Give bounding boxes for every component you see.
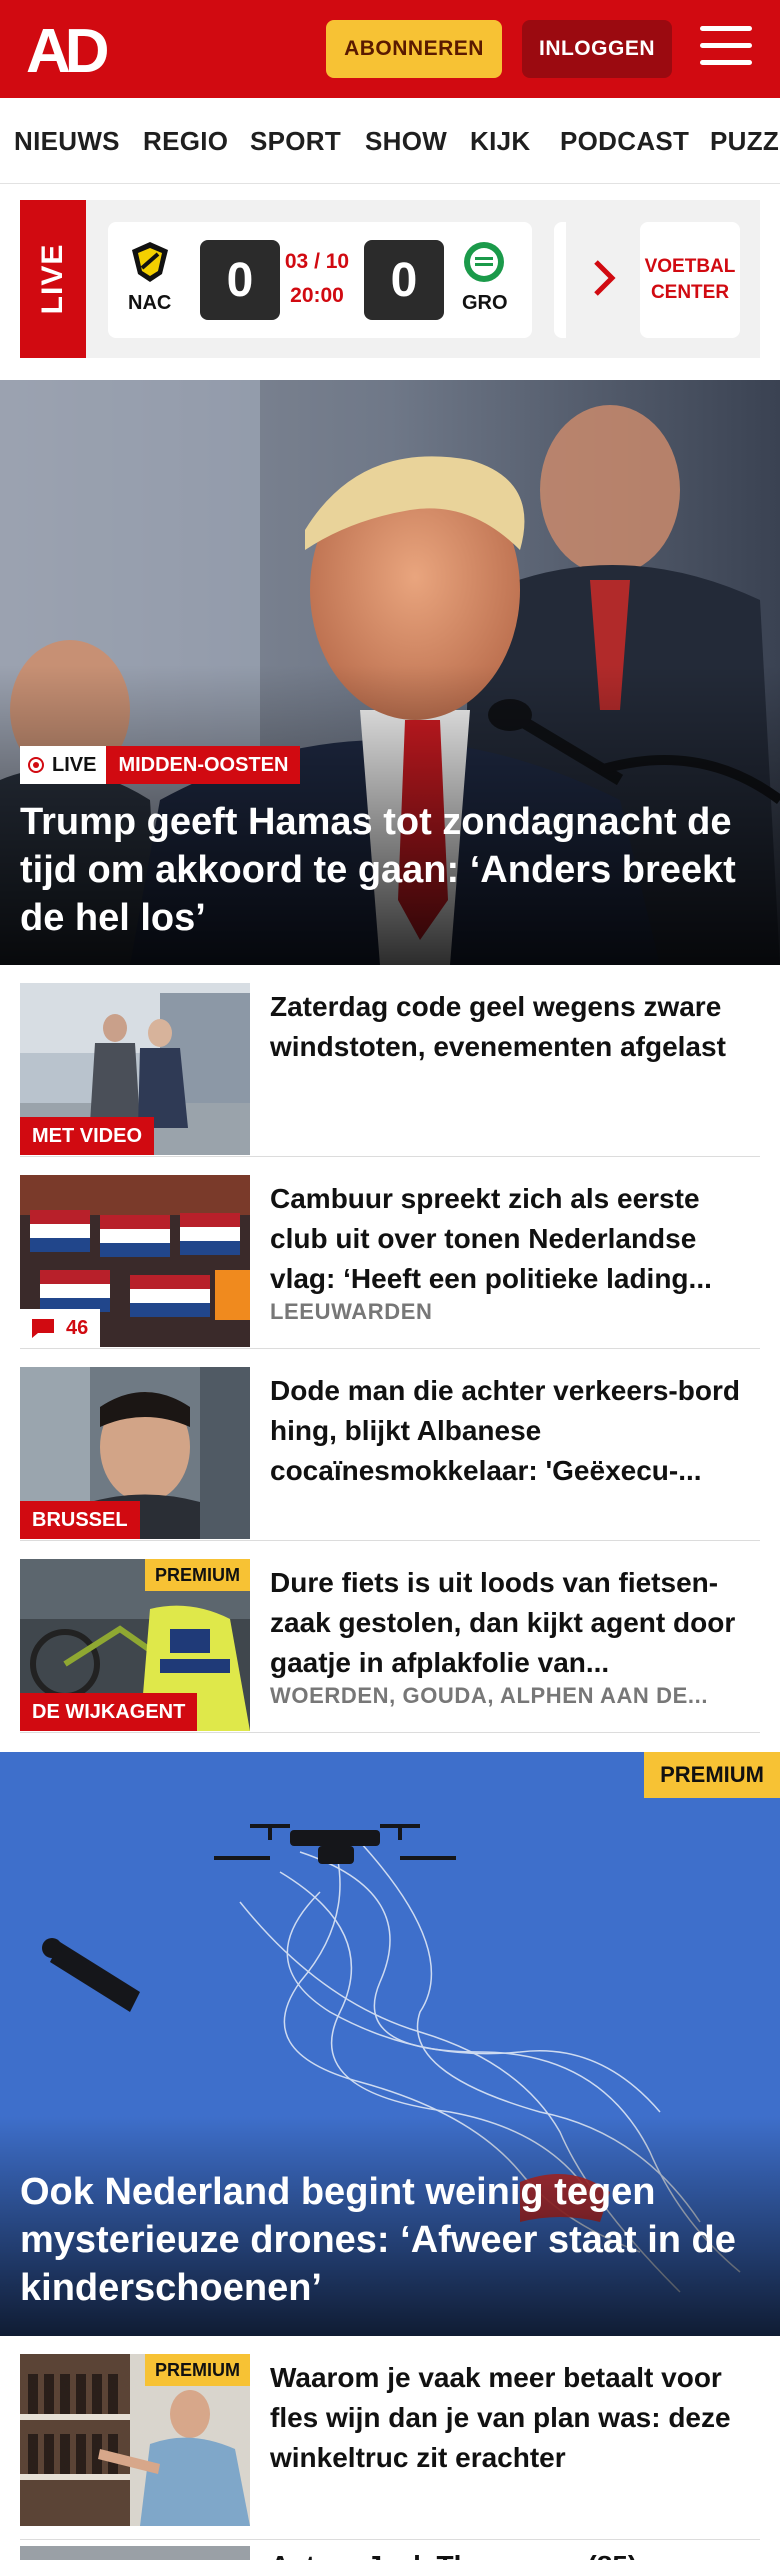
nac-crest-icon [128, 240, 172, 284]
premium-badge: PREMIUM [644, 1752, 780, 1798]
live-score-bar: LIVE NAC 0 03 / 10 20:00 0 GRO VOETBAL C… [20, 200, 760, 358]
article-thumbnail: BRUSSEL [20, 1367, 250, 1539]
hamburger-menu-icon[interactable] [700, 26, 752, 70]
comment-icon [32, 1319, 54, 1338]
match-date: 03 / 10 [284, 250, 350, 273]
article-item[interactable]: 46 Cambuur spreekt zich als eerste club … [20, 1157, 760, 1349]
article-item[interactable]: MET VIDEO Zaterdag code geel wegens zwar… [20, 965, 760, 1157]
location-label: BRUSSEL [20, 1501, 140, 1539]
away-score: 0 [364, 240, 444, 320]
series-label: DE WIJKAGENT [20, 1693, 198, 1731]
ad-logo[interactable]: AD [26, 17, 118, 86]
hero-badges: LIVE MIDDEN-OOSTEN [20, 746, 301, 784]
section-nav: NIEUWS REGIO SPORT SHOW KIJK PODCAST PUZ… [0, 98, 780, 184]
article-thumbnail-peek[interactable] [20, 2546, 250, 2560]
match-card[interactable]: NAC 0 03 / 10 20:00 0 GRO [108, 222, 532, 338]
article-title[interactable]: Dure fiets is uit loods van fietsen-zaak… [270, 1563, 760, 1683]
chevron-right-icon[interactable] [592, 258, 618, 298]
article-title-peek[interactable]: Acteur Jack Thompson (85) [270, 2546, 760, 2560]
next-match-card-peek[interactable] [554, 222, 566, 338]
hero-article[interactable]: LIVE MIDDEN-OOSTEN Trump geeft Hamas tot… [0, 380, 780, 965]
live-dot-icon [28, 757, 44, 773]
featured-article[interactable]: PREMIUM Ook Nederland begint weinig tege… [0, 1752, 780, 2336]
article-location: WOERDEN, GOUDA, ALPHEN AAN DE... [270, 1683, 709, 1708]
login-button[interactable]: INLOGGEN [522, 20, 672, 78]
article-thumbnail: MET VIDEO [20, 983, 250, 1155]
football-center-button[interactable]: VOETBAL CENTER [640, 222, 740, 338]
article-title[interactable]: Cambuur spreekt zich als eerste club uit… [270, 1179, 760, 1299]
nav-item-sport[interactable]: SPORT [250, 126, 341, 157]
video-label: MET VIDEO [20, 1117, 155, 1155]
article-thumbnail: PREMIUM DE WIJKAGENT [20, 1559, 250, 1731]
nav-item-show[interactable]: SHOW [365, 126, 447, 157]
article-title[interactable]: Waarom je vaak meer betaalt voor fles wi… [270, 2358, 760, 2478]
hero-title[interactable]: Trump geeft Hamas tot zondagnacht de tij… [20, 798, 760, 942]
live-label: LIVE [36, 243, 69, 315]
top-header: AD ABONNEREN INLOGGEN [0, 0, 780, 98]
away-team-abbr: GRO [462, 292, 508, 314]
article-thumbnail: 46 [20, 1175, 250, 1347]
nav-item-kijk[interactable]: KIJK [470, 126, 530, 157]
premium-badge: PREMIUM [145, 1559, 250, 1591]
article-location: LEEUWARDEN [270, 1299, 433, 1324]
groningen-crest-icon [462, 240, 506, 284]
article-thumbnail: PREMIUM [20, 2354, 250, 2526]
article-title[interactable]: Dode man die achter verkeers-bord hing, … [270, 1371, 760, 1491]
home-team-abbr: NAC [128, 292, 172, 314]
featured-title[interactable]: Ook Nederland begint weinig tegen myster… [20, 2168, 760, 2312]
premium-badge: PREMIUM [145, 2354, 250, 2386]
article-title[interactable]: Zaterdag code geel wegens zware windstot… [270, 987, 760, 1067]
nav-item-regio[interactable]: REGIO [143, 126, 228, 157]
home-score: 0 [200, 240, 280, 320]
live-badge: LIVE [20, 746, 107, 784]
logo-text: AD [26, 22, 108, 76]
category-badge: MIDDEN-OOSTEN [106, 746, 301, 784]
nav-item-puzzel[interactable]: PUZZ [710, 126, 779, 157]
subscribe-button[interactable]: ABONNEREN [326, 20, 502, 78]
comment-count-badge[interactable]: 46 [20, 1309, 101, 1347]
live-tab[interactable]: LIVE [20, 200, 86, 358]
match-time: 20:00 [290, 284, 344, 307]
article-item[interactable]: BRUSSEL Dode man die achter verkeers-bor… [20, 1349, 760, 1541]
article-item[interactable]: PREMIUM Waarom je vaak meer betaalt voor… [20, 2336, 760, 2540]
nav-item-nieuws[interactable]: NIEUWS [14, 126, 120, 157]
comment-count: 46 [66, 1316, 89, 1339]
nav-item-podcast[interactable]: PODCAST [560, 126, 689, 157]
article-item[interactable]: PREMIUM DE WIJKAGENT Dure fiets is uit l… [20, 1541, 760, 1733]
